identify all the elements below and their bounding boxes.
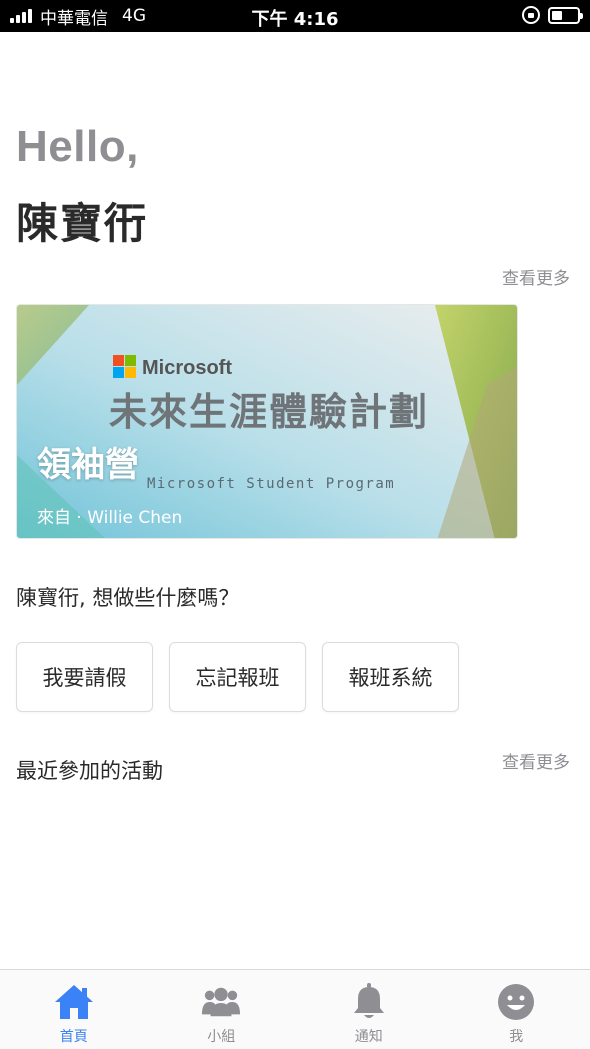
tab-home-label: 首頁 [59, 1029, 88, 1045]
smiley-icon [496, 982, 536, 1022]
tab-notifications[interactable]: 通知 [295, 970, 443, 1049]
recent-activities-title: 最近參加的活動 [16, 759, 163, 783]
status-right [522, 6, 583, 24]
group-icon [201, 982, 241, 1022]
hello-text: Hello, [16, 122, 139, 171]
tab-group[interactable]: 小組 [148, 970, 296, 1049]
forgot-signup-button[interactable]: 忘記報班 [169, 642, 306, 712]
action-prompt: 陳寶衎, 想做些什麼嗎？ [16, 586, 240, 610]
card-image-subtitle: Microsoft Student Program [147, 476, 395, 492]
rotation-lock-icon [522, 6, 540, 24]
featured-see-more-link[interactable]: 查看更多 [502, 264, 570, 289]
tab-home[interactable]: 首頁 [0, 970, 148, 1049]
tab-me[interactable]: 我 [443, 970, 590, 1049]
status-time: 下午 4:16 [251, 9, 339, 30]
bottom-tab-bar: 首頁 小組 通知 我 [0, 969, 590, 1049]
tab-notifications-label: 通知 [354, 1029, 383, 1045]
card-title: 領袖營 [37, 445, 139, 485]
card-image-headline: 未來生涯體驗計劃 [109, 389, 429, 434]
quick-actions: 我要請假 忘記報班 報班系統 [16, 642, 459, 712]
leave-request-button[interactable]: 我要請假 [16, 642, 153, 712]
status-bar: 中華電信 4G 下午 4:16 [0, 0, 590, 32]
card-image-brand: Microsoft [142, 357, 232, 379]
card-from: 來自 · Willie Chen [37, 508, 183, 528]
featured-activity-card[interactable]: Microsoft 未來生涯體驗計劃 Microsoft Student Pro… [16, 304, 518, 539]
recent-see-more-link[interactable]: 查看更多 [502, 748, 570, 773]
signup-system-button[interactable]: 報班系統 [322, 642, 459, 712]
battery-icon [548, 6, 583, 24]
bell-icon [349, 982, 389, 1022]
tab-group-label: 小組 [207, 1029, 236, 1045]
user-name: 陳寶衎 [16, 199, 149, 248]
home-icon [54, 982, 94, 1022]
tab-me-label: 我 [509, 1029, 524, 1045]
